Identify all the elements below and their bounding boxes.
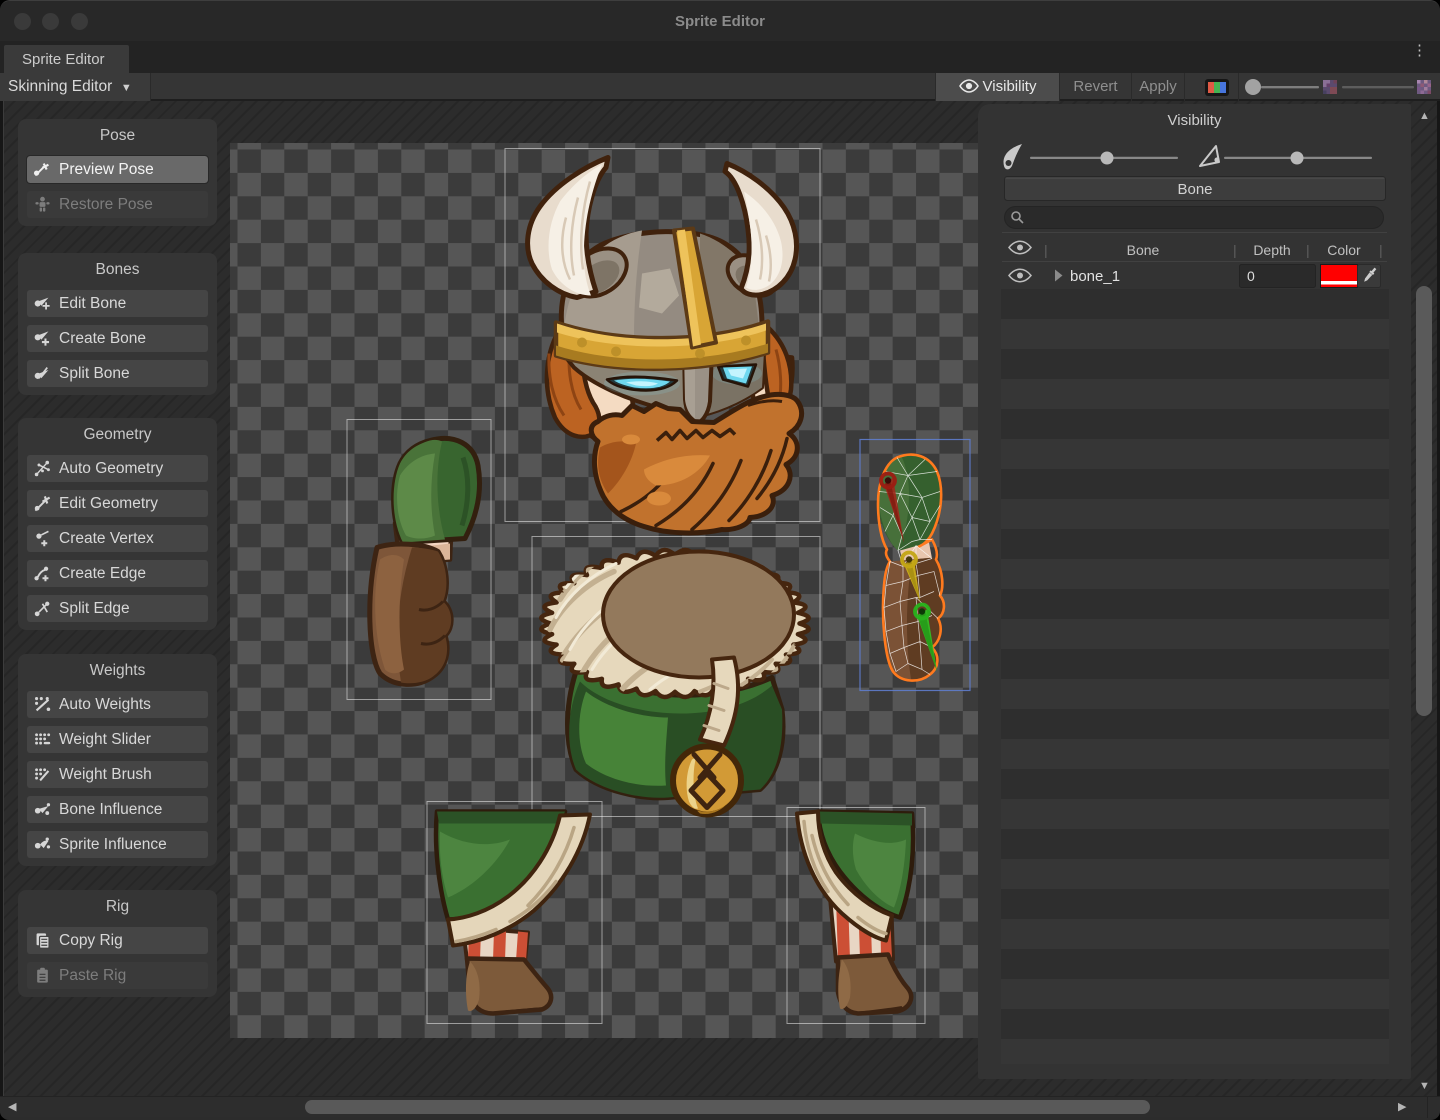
svg-text:bone_1: bone_1 (1070, 268, 1120, 285)
svg-text:Depth: Depth (1253, 242, 1290, 258)
svg-text:|: | (1233, 242, 1237, 258)
svg-text:|: | (1044, 242, 1048, 258)
svg-text:Bone: Bone (1127, 242, 1160, 258)
svg-text:Bone: Bone (1177, 181, 1212, 198)
svg-text:0: 0 (1247, 268, 1255, 284)
svg-text:Color: Color (1327, 242, 1361, 258)
svg-text:|: | (1306, 242, 1310, 258)
svg-text:|: | (1379, 242, 1383, 258)
